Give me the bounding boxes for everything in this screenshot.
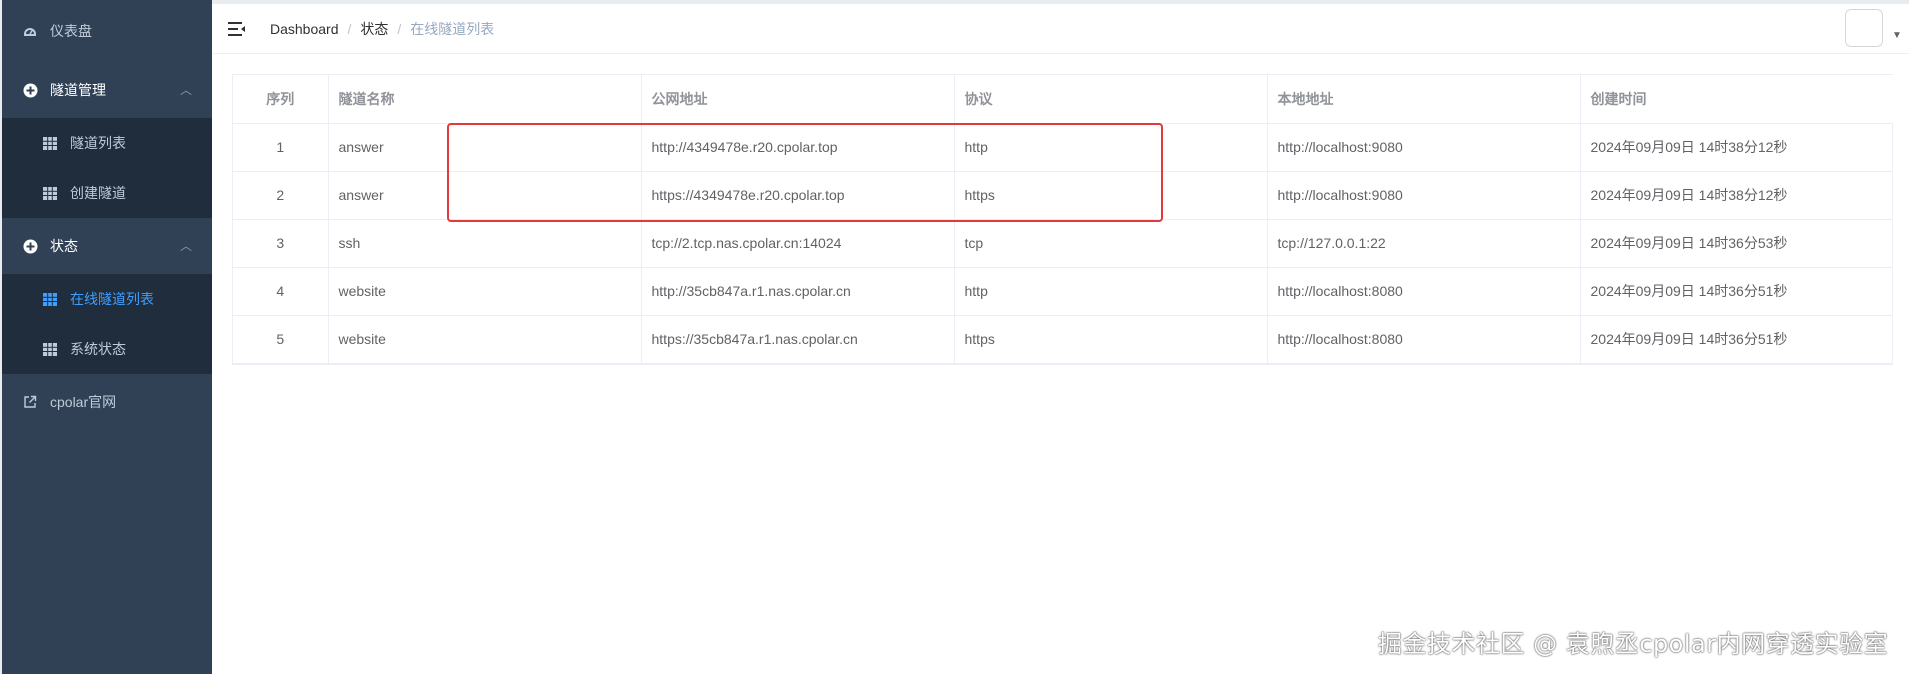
grid-icon [42,291,58,307]
column-header: 协议 [954,75,1268,124]
table-cell-local-address: tcp://127.0.0.1:22 [1267,219,1581,268]
table-cell-index: 3 [233,219,329,268]
table-cell-name: answer [328,123,642,172]
external-link-icon [22,394,38,410]
table-cell-protocol: https [954,315,1268,364]
sidebar-item-label: 在线隧道列表 [70,291,154,307]
table-cell-name: answer [328,171,642,220]
table-cell-public-url: https://4349478e.r20.cpolar.top [641,171,955,220]
table-cell-created-time: 2024年09月09日 14时36分53秒 [1580,219,1893,268]
sidebar-item-label: 系统状态 [70,341,126,357]
table-cell-index: 1 [233,123,329,172]
table-cell-index: 5 [233,315,329,364]
column-header: 序列 [233,75,329,124]
table-cell-created-time: 2024年09月09日 14时36分51秒 [1580,267,1893,316]
chevron-up-icon: ︿ [179,239,192,253]
table-cell-protocol: tcp [954,219,1268,268]
table-cell-name: website [328,267,642,316]
plus-circle-icon [22,238,38,254]
table-row: 3 ssh tcp://2.tcp.nas.cpolar.cn:14024 tc… [233,219,1893,268]
tunnel-table: 序列 隧道名称 公网地址 协议 本地地址 创建时间 1 answer http:… [232,74,1893,365]
table-row: 5 website https://35cb847a.r1.nas.cpolar… [233,315,1893,364]
sidebar-item-system-status[interactable]: 系统状态 [2,324,212,374]
column-header: 创建时间 [1580,75,1893,124]
grid-icon [42,341,58,357]
table-cell-protocol: https [954,171,1268,220]
sidebar-item-cpolar-site[interactable]: cpolar官网 [2,374,212,430]
table-cell-local-address: http://localhost:9080 [1267,123,1581,172]
sidebar-item-dashboard[interactable]: 仪表盘 [2,0,212,62]
table-cell-created-time: 2024年09月09日 14时38分12秒 [1580,123,1893,172]
table-cell-index: 2 [233,171,329,220]
breadcrumb: Dashboard / 状态 / 在线隧道列表 [270,4,494,54]
table-cell-name: ssh [328,219,642,268]
app-root: 仪表盘 隧道管理 ︿ 隧道列表 创建隧道 状态 ︿ 在线隧道列表 系统状态 cp… [0,0,1909,674]
submenu-status: 在线隧道列表 系统状态 [2,274,212,374]
dashboard-icon [22,23,38,39]
sidebar-item-create-tunnel[interactable]: 创建隧道 [2,168,212,218]
table-cell-public-url: https://35cb847a.r1.nas.cpolar.cn [641,315,955,364]
table-cell-index: 4 [233,267,329,316]
sidebar-item-label: 状态 [50,238,78,254]
breadcrumb-status[interactable]: 状态 [360,21,388,37]
table-cell-local-address: http://localhost:9080 [1267,171,1581,220]
breadcrumb-separator: / [397,21,402,37]
table-cell-public-url: http://4349478e.r20.cpolar.top [641,123,955,172]
table-cell-created-time: 2024年09月09日 14时38分12秒 [1580,171,1893,220]
sidebar-item-label: 隧道管理 [50,82,106,98]
table-cell-protocol: http [954,267,1268,316]
sidebar-item-tunnel-management[interactable]: 隧道管理 ︿ [2,62,212,118]
table-cell-public-url: tcp://2.tcp.nas.cpolar.cn:14024 [641,219,955,268]
table-cell-name: website [328,315,642,364]
caret-down-icon[interactable]: ▼ [1892,30,1902,41]
sidebar-item-status[interactable]: 状态 ︿ [2,218,212,274]
watermark: 掘金技术社区 @ 袁煦丞cpolar内网穿透实验室 [1378,630,1889,658]
table-cell-local-address: http://localhost:8080 [1267,315,1581,364]
column-header: 隧道名称 [328,75,642,124]
sidebar-item-label: 隧道列表 [70,135,126,151]
navbar: Dashboard / 状态 / 在线隧道列表 ▼ [212,4,1909,54]
sidebar-item-label: cpolar官网 [50,394,117,410]
breadcrumb-separator: / [347,21,352,37]
breadcrumb-current: 在线隧道列表 [410,21,495,37]
plus-circle-icon [22,82,38,98]
sidebar-item-label: 创建隧道 [70,185,126,201]
avatar[interactable] [1845,9,1883,47]
grid-icon [42,135,58,151]
table-row: 4 website http://35cb847a.r1.nas.cpolar.… [233,267,1893,316]
submenu-tunnel-management: 隧道列表 创建隧道 [2,118,212,218]
sidebar-item-online-tunnels[interactable]: 在线隧道列表 [2,274,212,324]
breadcrumb-dashboard[interactable]: Dashboard [270,21,339,37]
chevron-up-icon: ︿ [179,83,192,97]
grid-icon [42,185,58,201]
column-header: 本地地址 [1267,75,1581,124]
table-cell-public-url: http://35cb847a.r1.nas.cpolar.cn [641,267,955,316]
sidebar-item-tunnel-list[interactable]: 隧道列表 [2,118,212,168]
sidebar: 仪表盘 隧道管理 ︿ 隧道列表 创建隧道 状态 ︿ 在线隧道列表 系统状态 cp… [2,0,212,674]
table-header-row: 序列 隧道名称 公网地址 协议 本地地址 创建时间 [233,75,1893,124]
table-cell-local-address: http://localhost:8080 [1267,267,1581,316]
column-header: 公网地址 [641,75,955,124]
sidebar-item-label: 仪表盘 [50,23,92,39]
table-row: 1 answer http://4349478e.r20.cpolar.top … [233,123,1893,172]
hamburger-icon[interactable] [228,21,246,37]
main-content: Dashboard / 状态 / 在线隧道列表 ▼ 序列 隧道名称 公网地址 协议 本地… [212,4,1909,674]
table-row: 2 answer https://4349478e.r20.cpolar.top… [233,171,1893,220]
table-cell-protocol: http [954,123,1268,172]
table-cell-created-time: 2024年09月09日 14时36分51秒 [1580,315,1893,364]
